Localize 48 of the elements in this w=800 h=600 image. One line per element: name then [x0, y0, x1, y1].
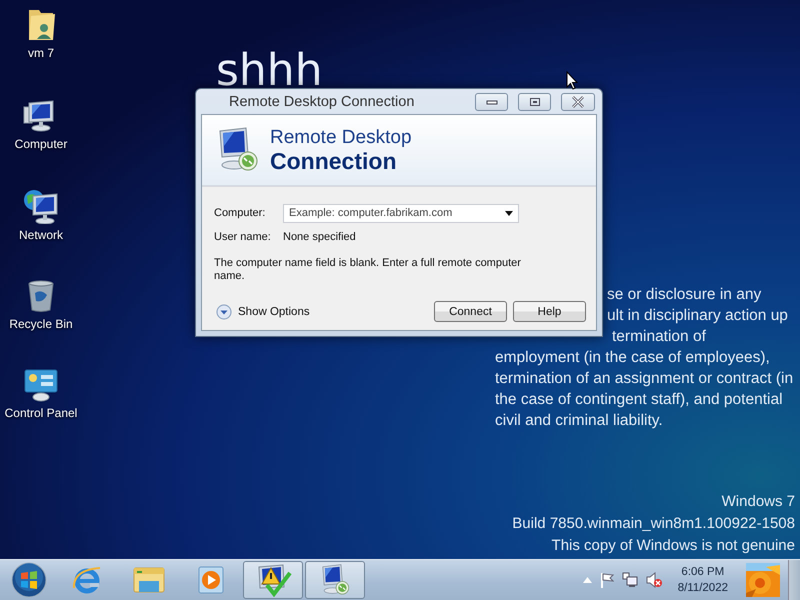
recycle-bin-icon[interactable] [26, 279, 56, 313]
version-text: This copy of Windows is not genuine [552, 536, 795, 556]
dropdown-arrow-icon[interactable] [505, 210, 513, 216]
taskbar-button[interactable] [243, 561, 303, 599]
remote-desktop-icon [320, 564, 350, 596]
help-button[interactable]: Help [513, 301, 586, 322]
notice-text: civil and criminal liability. [495, 411, 663, 431]
heading-text: Connection [270, 149, 398, 173]
volume-muted-icon[interactable] [646, 572, 662, 588]
maximize-button[interactable] [518, 92, 551, 110]
icon-label[interactable]: Network [18, 228, 63, 242]
field-label: Computer: [214, 207, 266, 219]
notice-text: termination of [612, 327, 706, 347]
control-panel-icon[interactable] [23, 368, 59, 402]
mouse-pointer-icon [566, 71, 578, 90]
version-text: Build 7850.winmain_win8m1.100922-1508 [512, 514, 795, 534]
close-icon [571, 96, 585, 108]
icon-label[interactable]: Control Panel [4, 406, 78, 420]
notice-text: ult in disciplinary action up [607, 306, 788, 326]
network-icon[interactable] [22, 188, 59, 224]
media-player-icon [197, 565, 225, 595]
notice-text: se or disclosure in any [607, 285, 762, 305]
field-label: User name: [214, 231, 272, 243]
field-value: None specified [283, 231, 356, 243]
notice-text: employment (in the case of employees), [495, 348, 770, 368]
close-button[interactable] [561, 92, 595, 110]
clock[interactable]: 6:06 PM 8/11/2022 [678, 564, 728, 596]
icon-label[interactable]: Recycle Bin [9, 317, 73, 331]
folder-icon [132, 565, 166, 595]
version-text: Windows 7 [722, 492, 795, 512]
heading-text: Remote Desktop [270, 127, 412, 149]
computer-combo-box[interactable]: Example: computer.fabrikam.com [283, 204, 519, 222]
flag-icon[interactable] [600, 572, 614, 588]
show-options-toggle[interactable]: Show Options [216, 304, 310, 320]
taskbar-button[interactable] [305, 561, 365, 599]
window-title: Remote Desktop Connection [228, 94, 416, 110]
minimize-icon [486, 98, 498, 104]
network-icon[interactable] [622, 572, 638, 588]
notice-text: termination of an assignment or contract (in [495, 369, 794, 389]
maximize-icon [528, 96, 540, 106]
notice-text: the case of contingent staff), and potential [495, 390, 783, 410]
icon-label[interactable]: vm 7 [28, 46, 54, 60]
browser-icon [71, 564, 103, 596]
icon-label[interactable]: Computer [14, 137, 68, 151]
status-message: The computer name field is blank. Enter a full remote computer name. [214, 257, 522, 283]
banner-text: shhh [216, 46, 323, 86]
minimize-button[interactable] [475, 92, 508, 110]
connect-button[interactable]: Connect [434, 301, 507, 322]
